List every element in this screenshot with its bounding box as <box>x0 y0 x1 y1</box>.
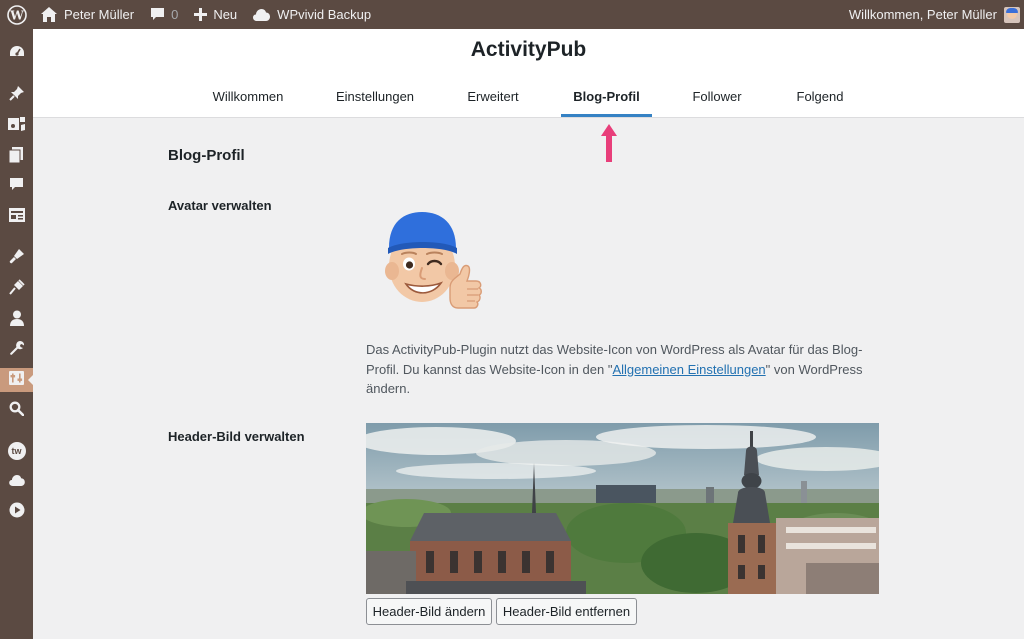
new-content-link[interactable]: Neu <box>186 0 245 29</box>
menu-appearance[interactable] <box>0 246 33 270</box>
avatar-label: Avatar verwalten <box>168 198 272 213</box>
appearance-icon <box>9 248 25 269</box>
svg-text:W: W <box>9 8 24 22</box>
menu-media[interactable] <box>0 114 33 138</box>
play-icon <box>9 502 25 523</box>
media-icon <box>8 116 25 137</box>
header-image <box>366 423 879 594</box>
wpvivid-backup-link[interactable]: WPvivid Backup <box>245 0 379 29</box>
page-title: ActivityPub <box>470 38 587 61</box>
tw-icon: tw <box>7 442 26 460</box>
tab-erweitert[interactable]: Erweitert <box>457 75 529 117</box>
menu-pages[interactable] <box>0 145 33 169</box>
menu-users[interactable] <box>0 308 33 332</box>
tab-willkommen[interactable]: Willkommen <box>203 75 293 117</box>
avatar-description: Das ActivityPub-Plugin nutzt das Website… <box>366 340 878 399</box>
user-avatar <box>1004 6 1020 23</box>
tab-einstellungen[interactable]: Einstellungen <box>327 75 423 117</box>
forms-icon <box>8 207 25 227</box>
tools-icon <box>9 340 25 361</box>
menu-plugins[interactable] <box>0 277 33 301</box>
settings-header: ActivityPub Willkommen Einstellungen Erw… <box>33 29 1024 118</box>
header-image-label: Header-Bild verwalten <box>168 429 305 444</box>
home-icon <box>41 7 57 22</box>
section-title: Blog-Profil <box>168 147 245 164</box>
site-name-link[interactable]: Peter Müller <box>33 0 142 29</box>
menu-settings[interactable] <box>0 368 33 392</box>
plugins-icon <box>8 278 25 300</box>
change-header-image-button[interactable]: Header-Bild ändern <box>366 598 492 625</box>
new-label: Neu <box>213 7 238 22</box>
menu-tw[interactable]: tw <box>0 439 33 463</box>
admin-bar: W Peter Müller 0 Neu WPvivid Backup Will… <box>0 0 1024 29</box>
menu-forms[interactable] <box>0 205 33 229</box>
menu-media-player[interactable] <box>0 500 33 524</box>
tab-blog-profil[interactable]: Blog-Profil <box>561 75 652 117</box>
site-name: Peter Müller <box>64 7 135 22</box>
settings-icon <box>9 370 24 390</box>
wordpress-logo-icon[interactable]: W <box>0 0 33 29</box>
plus-icon <box>194 8 208 21</box>
menu-search[interactable] <box>0 399 33 423</box>
tab-follower[interactable]: Follower <box>684 75 750 117</box>
settings-tabs: Willkommen Einstellungen Erweitert Blog-… <box>33 75 1024 117</box>
remove-header-image-button[interactable]: Header-Bild entfernen <box>496 598 637 625</box>
cloud-icon <box>253 8 271 21</box>
menu-tools[interactable] <box>0 338 33 362</box>
menu-backup[interactable] <box>0 470 33 494</box>
admin-side-menu: tw <box>0 29 33 639</box>
comments-link[interactable]: 0 <box>142 0 186 29</box>
general-settings-link[interactable]: Allgemeinen Einstellungen <box>612 362 765 377</box>
comments-icon <box>9 177 24 197</box>
comment-icon <box>150 7 165 22</box>
users-icon <box>9 310 24 331</box>
menu-posts[interactable] <box>0 83 33 107</box>
annotation-arrow-icon <box>601 124 617 167</box>
cloud-icon <box>8 473 25 491</box>
pin-icon <box>8 85 25 106</box>
search-icon <box>9 401 25 421</box>
avatar-image <box>384 208 488 325</box>
backup-label: WPvivid Backup <box>277 7 372 22</box>
tab-folgend[interactable]: Folgend <box>784 75 856 117</box>
menu-comments[interactable] <box>0 175 33 199</box>
pages-icon <box>8 146 24 168</box>
greeting-text: Willkommen, Peter Müller <box>848 7 997 22</box>
dashboard-icon <box>9 44 25 65</box>
menu-dashboard[interactable] <box>0 42 33 66</box>
comments-count: 0 <box>171 7 179 22</box>
my-account-link[interactable]: Willkommen, Peter Müller <box>841 0 1024 29</box>
